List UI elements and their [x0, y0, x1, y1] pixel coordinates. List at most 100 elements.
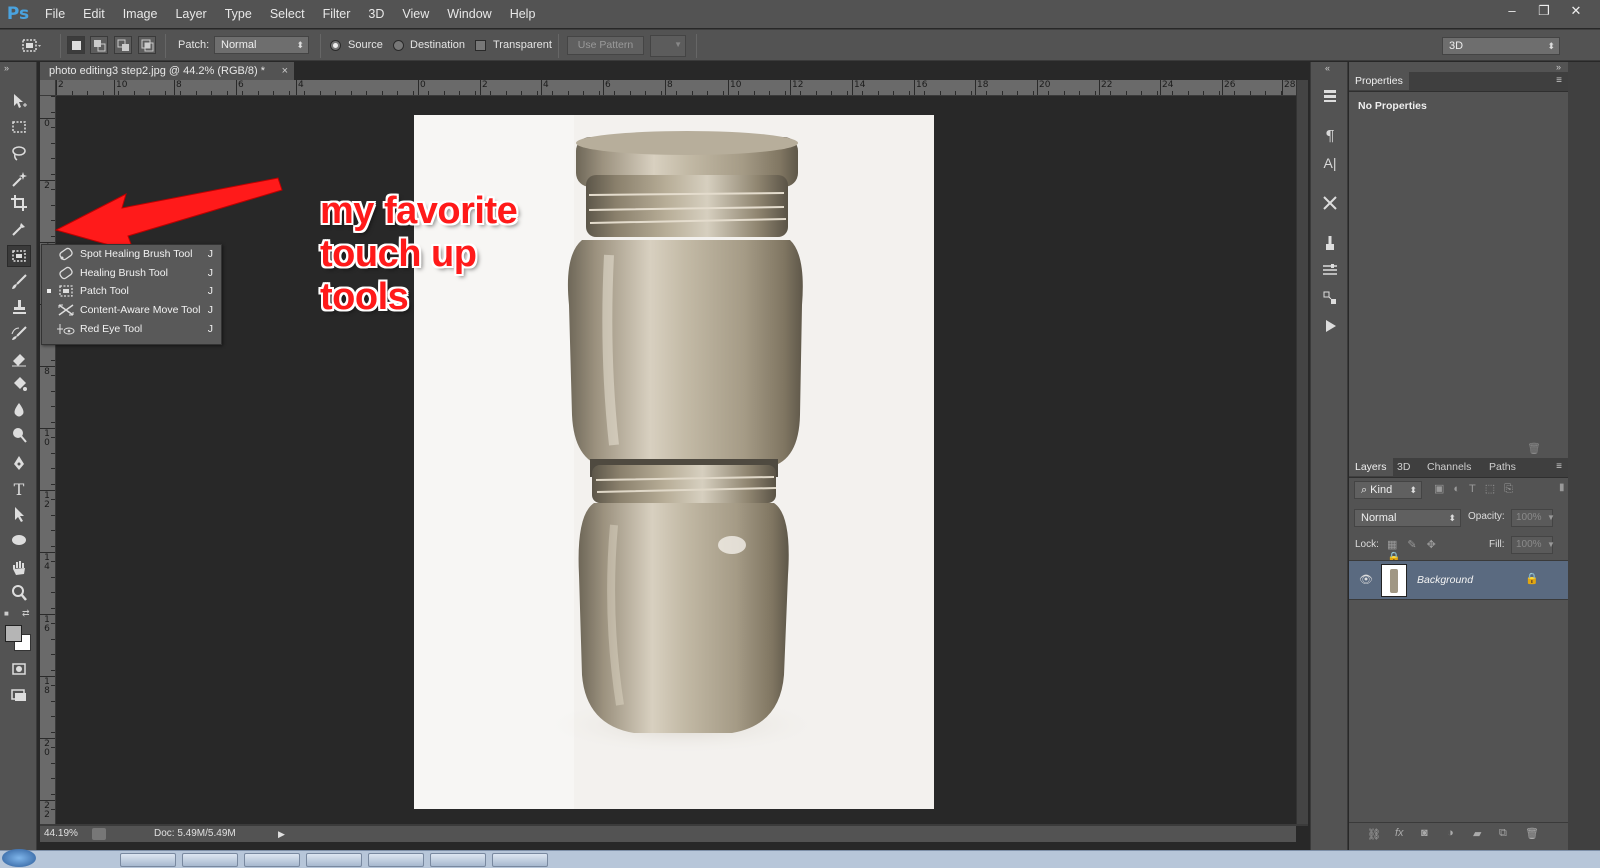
history-brush-tool-icon[interactable] [7, 322, 31, 344]
transparent-checkbox[interactable] [475, 40, 486, 51]
paint-bucket-tool-icon[interactable] [7, 373, 31, 395]
taskbar-app-1[interactable] [120, 853, 176, 867]
horizontal-ruler[interactable]: 2 10 8 6 4 0 2 4 6 8 10 12 14 16 18 20 22 24 26 28 [56, 80, 1296, 96]
layer-row[interactable]: 👁 Background 🔒 [1349, 560, 1568, 600]
minimize-button[interactable]: – [1498, 2, 1526, 20]
foreground-color-swatch[interactable] [5, 625, 22, 642]
new-layer-icon[interactable]: ⧉ [1499, 827, 1507, 840]
tool-presets-panel-icon[interactable] [1319, 192, 1341, 214]
intersect-selection-mode-icon[interactable] [138, 36, 156, 54]
paragraph-panel-icon[interactable]: ¶ [1319, 125, 1341, 147]
layer-name[interactable]: Background [1417, 574, 1473, 586]
clone-source-panel-icon[interactable] [1319, 287, 1341, 309]
tab-channels[interactable]: Channels [1421, 458, 1477, 476]
zoom-tool-icon[interactable] [7, 582, 31, 604]
menu-help[interactable]: Help [501, 0, 545, 28]
taskbar-app-2[interactable] [182, 853, 238, 867]
move-tool-icon[interactable] [7, 90, 31, 112]
default-colors-icon[interactable]: ■ [4, 609, 9, 618]
menu-select[interactable]: Select [261, 0, 314, 28]
adjustments-panel-icon[interactable] [1319, 259, 1341, 281]
patch-tool-icon[interactable] [7, 245, 31, 267]
status-options-icon[interactable] [92, 828, 106, 840]
lasso-tool-icon[interactable] [7, 142, 31, 164]
screen-mode-icon[interactable] [7, 684, 31, 706]
dodge-tool-icon[interactable] [7, 424, 31, 446]
patch-mode-select[interactable]: Normal ⬍ [214, 36, 309, 54]
quick-mask-icon[interactable] [7, 658, 31, 680]
ruler-origin[interactable] [40, 80, 56, 96]
workspace-select[interactable]: 3D ⬍ [1442, 37, 1560, 55]
new-group-icon[interactable]: ▰ [1473, 827, 1481, 840]
brush-tool-icon[interactable] [7, 271, 31, 293]
flyout-item-red-eye[interactable]: Red Eye Tool J [42, 320, 221, 338]
flyout-item-spot-healing-brush[interactable]: Spot Healing Brush Tool J [42, 245, 221, 263]
taskbar-app-5[interactable] [368, 853, 424, 867]
menu-file[interactable]: File [36, 0, 74, 28]
taskbar-app-4[interactable] [306, 853, 362, 867]
zoom-level[interactable]: 44.19% [44, 826, 78, 842]
delete-layer-icon[interactable]: 🗑 [1525, 827, 1539, 840]
tab-layers[interactable]: Layers [1349, 458, 1393, 476]
document-tab[interactable]: photo editing3 step2.jpg @ 44.2% (RGB/8)… [40, 62, 294, 80]
destination-radio[interactable] [393, 40, 404, 51]
new-selection-mode-icon[interactable] [67, 36, 85, 54]
collapse-dock-icon[interactable]: « [1325, 63, 1330, 73]
crop-tool-icon[interactable] [7, 192, 31, 214]
menu-view[interactable]: View [393, 0, 438, 28]
pen-tool-icon[interactable] [7, 452, 31, 474]
ellipse-tool-icon[interactable] [7, 529, 31, 551]
swap-colors-icon[interactable]: ⇄ [22, 608, 30, 619]
lock-option-icons[interactable]: ▦✎✥🔒 [1387, 538, 1467, 564]
magic-wand-tool-icon[interactable] [7, 168, 31, 190]
eyedropper-tool-icon[interactable] [7, 218, 31, 240]
layer-style-icon[interactable]: fx [1395, 827, 1404, 839]
close-button[interactable]: ✕ [1562, 2, 1590, 20]
marquee-tool-icon[interactable] [7, 116, 31, 138]
blend-mode-select[interactable]: Normal ⬍ [1354, 509, 1461, 527]
blur-tool-icon[interactable] [7, 399, 31, 421]
close-document-icon[interactable]: × [282, 62, 288, 80]
panel-menu-icon[interactable]: ≡ [1556, 461, 1562, 472]
type-tool-icon[interactable]: T [7, 478, 31, 500]
subtract-selection-mode-icon[interactable] [114, 36, 132, 54]
source-radio[interactable] [330, 40, 341, 51]
start-button[interactable] [2, 849, 36, 867]
history-panel-icon[interactable] [1319, 84, 1341, 106]
pattern-picker[interactable]: ▼ [650, 35, 686, 57]
link-layers-icon[interactable]: ⛓ [1367, 828, 1381, 841]
collapse-panel-icon[interactable]: » [4, 63, 9, 73]
hand-tool-icon[interactable] [7, 557, 31, 579]
taskbar-app-3[interactable] [244, 853, 300, 867]
layer-filter-icons[interactable]: ▣◐T⬚⎘ [1434, 482, 1554, 498]
panel-menu-icon[interactable]: ≡ [1556, 75, 1562, 86]
status-menu-arrow-icon[interactable]: ▶ [278, 826, 285, 842]
flyout-item-patch[interactable]: Patch Tool J [42, 282, 221, 300]
use-pattern-button[interactable]: Use Pattern [567, 36, 644, 55]
tab-3d[interactable]: 3D [1391, 458, 1416, 476]
menu-window[interactable]: Window [438, 0, 500, 28]
adjustment-layer-icon[interactable]: ◑ [1447, 827, 1454, 839]
restore-button[interactable]: ❐ [1530, 2, 1558, 20]
add-selection-mode-icon[interactable] [90, 36, 108, 54]
flyout-item-healing-brush[interactable]: Healing Brush Tool J [42, 264, 221, 282]
path-selection-tool-icon[interactable] [7, 503, 31, 525]
trash-icon[interactable]: 🗑 [1527, 442, 1541, 455]
add-mask-icon[interactable]: ◙ [1421, 827, 1428, 839]
flyout-item-content-aware-move[interactable]: Content-Aware Move Tool J [42, 301, 221, 319]
menu-edit[interactable]: Edit [74, 0, 114, 28]
fill-dropdown-icon[interactable]: ▼ [1547, 536, 1561, 554]
menu-layer[interactable]: Layer [166, 0, 215, 28]
layer-kind-filter[interactable]: ⌕ Kind ⬍ [1354, 481, 1422, 499]
menu-type[interactable]: Type [216, 0, 261, 28]
patch-tool-preset-icon[interactable] [20, 36, 42, 56]
tab-properties[interactable]: Properties [1349, 72, 1409, 90]
menu-image[interactable]: Image [114, 0, 167, 28]
clone-stamp-tool-icon[interactable] [7, 296, 31, 318]
actions-panel-icon[interactable] [1319, 315, 1341, 337]
character-panel-icon[interactable]: A| [1319, 152, 1341, 174]
taskbar-app-6[interactable] [430, 853, 486, 867]
opacity-dropdown-icon[interactable]: ▼ [1547, 509, 1561, 527]
collapse-right-dock-icon[interactable]: » [1556, 62, 1561, 72]
eraser-tool-icon[interactable] [7, 347, 31, 369]
